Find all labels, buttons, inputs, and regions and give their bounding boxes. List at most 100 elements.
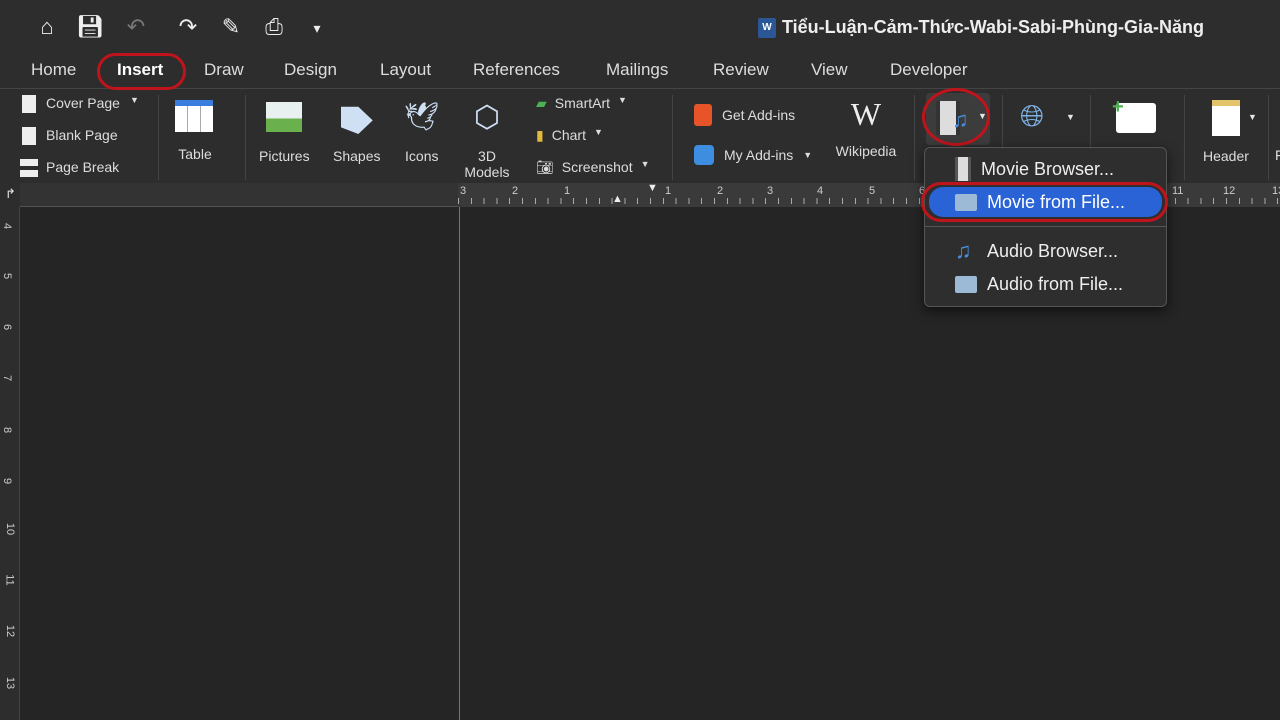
blank-page-icon [22,127,36,145]
tab-references[interactable]: References [473,60,560,80]
ruler-number: 10 [4,522,17,536]
divider [914,95,915,180]
tab-view[interactable]: View [811,60,848,80]
chart-icon: ▮ [536,127,544,143]
chevron-down-icon: ▼ [803,150,813,160]
page-break-button[interactable]: Page Break [20,159,119,177]
media-dropdown-menu: Movie Browser... Movie from File... ♫ Aud… [924,147,1167,307]
ruler-number: 7 [1,374,14,382]
highlight-ring [921,182,1168,222]
tab-review[interactable]: Review [713,60,769,80]
ruler-number: 12 [1223,185,1236,197]
tab-developer[interactable]: Developer [890,60,968,80]
ruler-number: 5 [869,185,876,197]
ruler-number: 6 [1,323,14,331]
chart-button[interactable]: ▮ Chart ▼ [536,127,603,144]
store-bag-icon [694,104,712,126]
ruler-number: 9 [1,477,14,485]
ruler-number: 4 [1,222,14,230]
ruler-number: 3 [460,185,467,197]
shapes-icon [340,106,373,134]
icons-button[interactable]: 🕊︎ Icons [404,100,440,164]
menu-item-audio-browser[interactable]: ♫ Audio Browser... [929,236,1162,266]
cube-icon: ⬡ [473,101,501,134]
document-title: Tiểu-Luận-Cảm-Thức-Wabi-Sabi-Phùng-Gia-N… [782,17,1205,37]
divider [672,95,673,180]
menu-item-movie-browser[interactable]: Movie Browser... [929,154,1162,184]
bird-icon: 🕊︎ [404,101,440,132]
pictures-button[interactable]: Pictures [259,100,310,164]
get-addins-button[interactable]: Get Add-ins [694,104,795,126]
redo-icon[interactable]: ↷ [174,14,202,40]
ruler-number: 1 [564,185,571,197]
table-icon [175,100,213,132]
chevron-down-icon: ▼ [618,95,627,105]
tab-draw[interactable]: Draw [204,60,244,80]
header-button[interactable]: Header [1203,100,1249,164]
ruler-number: 2 [512,185,519,197]
wikipedia-button[interactable]: W Wikipedia [832,96,900,159]
ruler-number: 5 [1,272,14,280]
undo-icon[interactable]: ↶ [122,14,150,40]
ruler-number: 8 [1,426,14,434]
divider [1184,95,1185,180]
divider [245,95,246,180]
music-note-icon: ♫ [955,238,972,263]
tab-stop-selector[interactable]: ↱ [0,183,20,207]
edit-document-icon[interactable]: ✎ [217,14,245,40]
window-title: W Tiểu-Luận-Cảm-Thức-Wabi-Sabi-Phùng-Gia… [758,17,1204,38]
menu-item-audio-from-file[interactable]: Audio from File... [929,269,1162,299]
table-button[interactable]: Table [175,100,215,170]
ruler-number: 2 [717,185,724,197]
plus-icon: + [1112,96,1124,118]
my-addins-button[interactable]: My Add-ins ▼ [694,145,812,165]
chevron-down-icon: ▼ [1066,112,1075,122]
link-globe-icon[interactable]: 🌐︎ [1020,100,1044,134]
divider [158,95,159,180]
tab-mailings[interactable]: Mailings [606,60,668,80]
menu-separator [925,226,1166,227]
tab-layout[interactable]: Layout [380,60,431,80]
blank-page-button[interactable]: Blank Page [22,127,118,145]
ruler-number: 13 [4,676,17,690]
chevron-down-icon: ▼ [129,95,139,105]
chevron-down-icon: ▼ [593,127,603,137]
home-icon[interactable]: ⌂ [33,14,61,40]
smartart-button[interactable]: ▰ SmartArt ▼ [536,95,627,112]
first-line-indent-icon[interactable]: ▼ [647,182,658,194]
ruler-number: 3 [767,185,774,197]
screenshot-button[interactable]: 📷︎ Screenshot ▼ [536,159,650,176]
picture-icon [266,102,303,132]
tab-design[interactable]: Design [284,60,337,80]
page-break-icon [20,159,38,177]
camera-icon: 📷︎ [536,159,554,175]
word-document-icon: W [758,17,776,38]
ruler-number: 11 [3,574,16,586]
shapes-button[interactable]: Shapes [333,100,380,164]
wikipedia-icon: W [850,96,882,132]
divider [1268,95,1269,180]
highlight-ring [97,53,186,90]
cover-page-icon [22,95,36,113]
tab-home[interactable]: Home [31,60,76,80]
smartart-icon: ▰ [536,95,547,111]
page-margin-line [459,207,460,720]
ruler-number: 4 [817,185,824,197]
addins-icon [694,145,714,165]
save-icon[interactable]: 💾︎ [76,14,104,40]
chevron-down-icon: ▼ [1248,112,1257,122]
3d-models-button[interactable]: ⬡ 3D Models [464,100,510,180]
folder-icon [955,275,977,293]
highlight-ring [922,88,990,146]
cover-page-button[interactable]: Cover Page ▼ [22,95,139,113]
print-icon[interactable]: ⎙ [260,14,288,40]
vertical-ruler[interactable]: 4 5 6 7 8 9 10 11 12 13 [0,207,20,720]
customize-toolbar-icon[interactable]: ▾ [303,20,331,37]
footer-label: F [1275,147,1280,163]
film-icon [955,157,971,181]
ruler-number: 11 [1172,185,1184,197]
ruler-number: 12 [4,624,17,638]
chevron-down-icon: ▼ [640,159,650,169]
ruler-number: 1 [665,185,672,197]
divider [0,88,1280,89]
